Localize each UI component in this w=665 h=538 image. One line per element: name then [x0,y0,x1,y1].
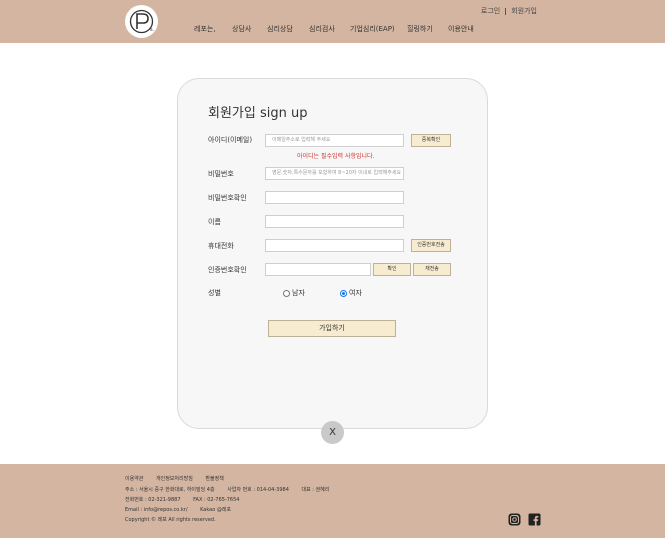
nav-item-healing[interactable]: 힐링하기 [407,24,433,34]
code-label: 인증번호확인 [208,266,247,274]
footer-copyright: Copyright © 레포 All rights reserved. [125,517,216,523]
resend-code-button[interactable]: 재전송 [413,263,451,276]
phone-label: 휴대전화 [208,242,234,250]
name-label: 이름 [208,218,221,226]
login-link[interactable]: 로그인 [481,6,500,16]
gender-female-radio[interactable]: 여자 [340,288,362,298]
code-input[interactable] [265,263,371,276]
facebook-icon[interactable] [528,513,541,526]
nav-item-eap[interactable]: 기업심리(EAP) [350,24,395,34]
refund-link[interactable]: 환불정책 [205,476,223,482]
page-title: 회원가입 sign up [208,106,308,121]
signup-card [177,78,488,429]
phone-input[interactable] [265,239,404,252]
password-confirm-label: 비밀번호확인 [208,194,247,202]
close-button[interactable]: X [321,421,344,444]
footer-address: 주소 : 서울시 중구 한화대로, 하이빌딩 4층 [125,487,215,493]
gender-male-label: 남자 [292,289,305,297]
radio-checked-icon [340,289,347,297]
gender-male-radio[interactable]: 남자 [283,288,305,298]
footer-email: Email : info@repos.co.kr/ [125,507,188,513]
terms-link[interactable]: 이용약관 [125,476,143,482]
name-input[interactable] [265,215,404,228]
privacy-link[interactable]: 개인정보처리방침 [156,476,193,482]
send-code-button[interactable]: 인증번호전송 [411,239,451,252]
site-footer [0,464,665,538]
site-header [0,0,665,43]
duplicate-check-button[interactable]: 중복확인 [411,134,451,147]
signup-submit-button[interactable]: 가입하기 [268,320,396,337]
top-links: 로그인 회원가입 [481,6,537,16]
nav-item-assessment[interactable]: 심리검사 [309,24,335,34]
id-error-message: 아이디는 필수입력 사항입니다. [297,153,375,160]
footer-contact-line: 전화번호 : 02-321-9887 FAX : 02-765-7654 [125,496,250,503]
footer-address-line: 주소 : 서울시 중구 한화대로, 하이빌딩 4층 사업자 번호 : 014-0… [125,486,340,493]
password-confirm-input[interactable] [265,191,404,204]
footer-biz-no: 사업자 번호 : 014-04-3984 [227,487,289,493]
footer-ceo: 대표 : 권혜리 [301,487,330,493]
logo-subtext: s. [150,27,155,33]
footer-kakao: Kakao @레포 [200,507,232,513]
nav-item-counselors[interactable]: 상담사 [232,24,251,34]
nav-item-about[interactable]: 레포는, [194,24,216,34]
nav-item-guide[interactable]: 이용안내 [448,24,474,34]
id-label: 아이디(이메일) [208,136,253,144]
radio-circle-icon [283,289,290,297]
footer-email-line: Email : info@repos.co.kr/ Kakao @레포 [125,506,242,513]
logo-mark-icon [129,9,154,34]
password-input[interactable]: 영문,숫자,특수문자를 포함하여 8~20자 이내로 입력해주세요 [265,167,404,180]
divider [505,7,507,15]
signup-link[interactable]: 회원가입 [511,6,537,16]
confirm-code-button[interactable]: 확인 [373,263,411,276]
footer-fax: FAX : 02-765-7654 [193,497,240,503]
password-label: 비밀번호 [208,170,234,178]
gender-label: 성별 [208,289,221,297]
id-input[interactable]: 이메일주소로 입력해 주세요 [265,134,404,147]
footer-phone: 전화번호 : 02-321-9887 [125,497,181,503]
instagram-icon[interactable] [508,513,521,526]
nav-item-counseling[interactable]: 심리상담 [267,24,293,34]
site-logo[interactable] [125,5,158,38]
gender-female-label: 여자 [349,289,362,297]
footer-links: 이용약관 개인정보처리방침 환불정책 [125,475,235,482]
